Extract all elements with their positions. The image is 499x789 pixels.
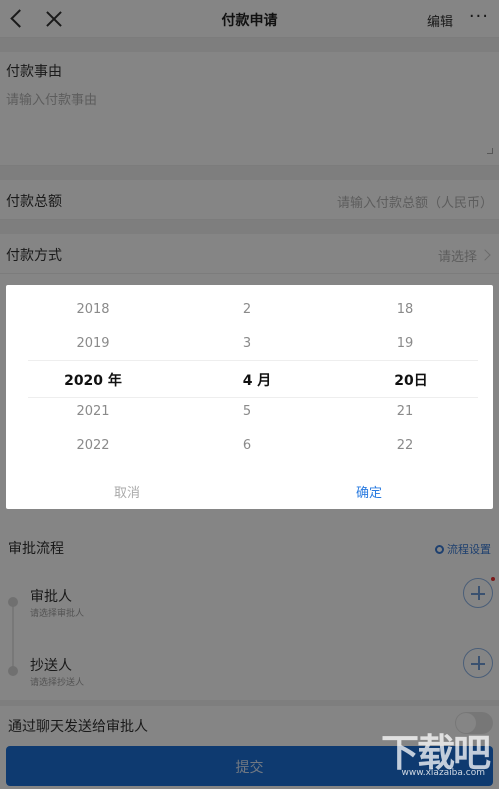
day-option[interactable]: 18 — [350, 302, 460, 317]
day-selected[interactable]: 20日 — [356, 370, 466, 390]
watermark-logo: 下载吧 www.xiazaiba.com — [365, 722, 495, 786]
year-selected[interactable]: 2020 年 — [38, 370, 148, 390]
confirm-button[interactable]: 确定 — [356, 482, 382, 501]
month-option[interactable]: 2 — [192, 302, 302, 317]
selection-line — [28, 360, 478, 361]
day-option[interactable]: 22 — [350, 438, 460, 453]
year-option[interactable]: 2022 — [38, 438, 148, 453]
year-option[interactable]: 2018 — [38, 302, 148, 317]
selection-line — [28, 397, 478, 398]
month-option[interactable]: 6 — [192, 438, 302, 453]
day-option[interactable]: 19 — [350, 336, 460, 351]
month-selected[interactable]: 4 月 — [202, 370, 312, 390]
year-option[interactable]: 2019 — [38, 336, 148, 351]
year-option[interactable]: 2021 — [38, 404, 148, 419]
cancel-button[interactable]: 取消 — [114, 482, 140, 501]
watermark-url: www.xiazaiba.com — [401, 768, 485, 778]
month-option[interactable]: 3 — [192, 336, 302, 351]
payment-request-page: 付款申请 编辑 ··· 付款事由 请输入付款事由 付款总额 请输入付款总额（人民… — [0, 0, 499, 789]
date-picker-dialog: 2018 2019 2020 年 2021 2022 2 3 4 月 5 6 1… — [6, 285, 493, 509]
month-option[interactable]: 5 — [192, 404, 302, 419]
day-option[interactable]: 21 — [350, 404, 460, 419]
